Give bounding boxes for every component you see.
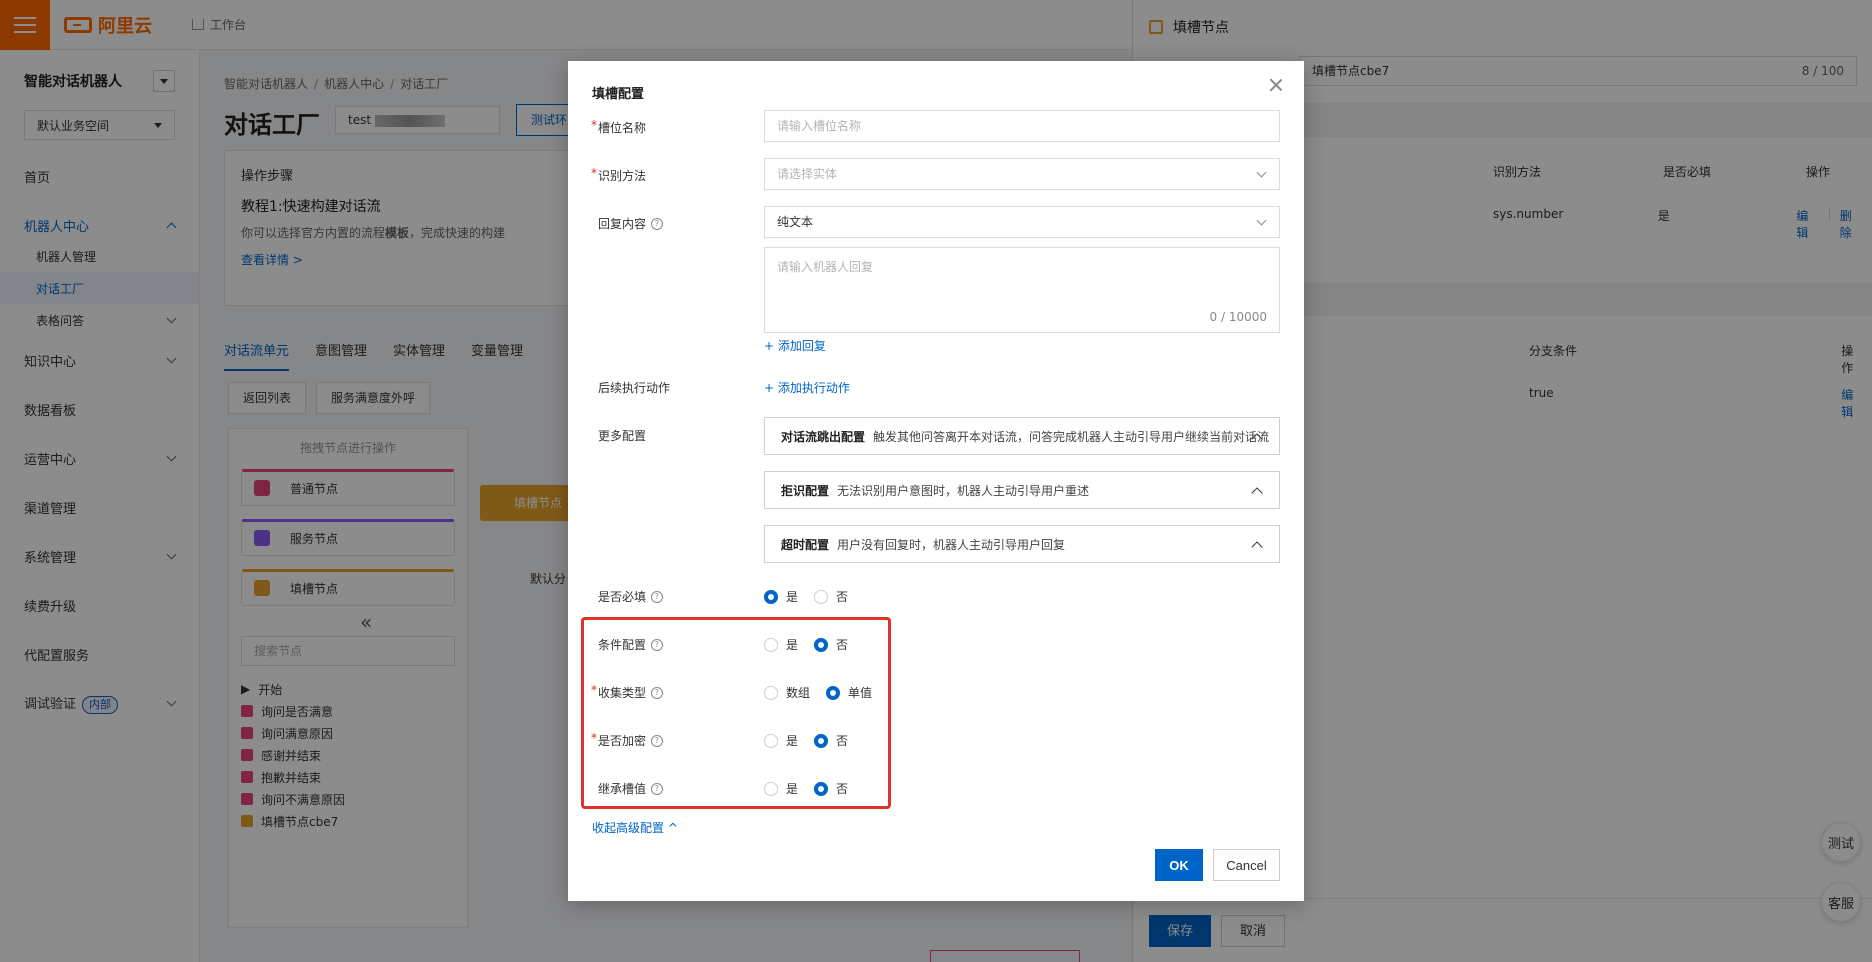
config-desc: 无法识别用户意图时，机器人主动引导用户重述 — [837, 483, 1090, 498]
collapse-advanced-link[interactable]: 收起高级配置 ^ — [592, 819, 678, 836]
timeout-config[interactable]: 超时配置 用户没有回复时，机器人主动引导用户回复 — [764, 525, 1280, 563]
reply-placeholder: 请输入机器人回复 — [777, 260, 874, 274]
radio-circle — [764, 685, 778, 700]
chevron-down-icon — [1256, 167, 1267, 178]
radio-label: 是 — [786, 590, 799, 604]
radio-circle — [826, 685, 841, 700]
field-label-text: 槽位名称 — [598, 121, 647, 135]
inherit-radio-group: 是 否 — [764, 780, 864, 797]
required-no-radio[interactable]: 否 — [814, 588, 848, 605]
radio-circle — [764, 733, 778, 748]
required-label: 是否必填? — [598, 588, 664, 605]
condition-no-radio[interactable]: 否 — [814, 636, 848, 653]
collect-array-radio[interactable]: 数组 — [764, 684, 810, 701]
slot-config-modal: 填槽配置 * 槽位名称 请输入槽位名称 * 识别方法 请选择实体 回复内容? 纯文本… — [568, 61, 1304, 901]
field-label-text: 是否加密 — [598, 734, 647, 748]
reply-textarea[interactable]: 请输入机器人回复 0 / 10000 — [764, 247, 1280, 333]
help-icon[interactable]: ? — [651, 686, 664, 699]
condition-config-label: 条件配置? — [598, 636, 664, 653]
chevron-up-icon: ^ — [667, 821, 678, 835]
radio-circle — [814, 781, 829, 796]
radio-label: 否 — [836, 590, 849, 604]
field-label-text: 收集类型 — [598, 686, 647, 700]
radio-circle — [764, 637, 778, 652]
help-icon[interactable]: ? — [651, 638, 664, 651]
radio-label: 否 — [836, 782, 849, 796]
condition-radio-group: 是 否 — [764, 636, 864, 653]
chevron-down-icon — [1256, 215, 1267, 226]
radio-circle — [764, 589, 778, 604]
add-action-link[interactable]: + 添加执行动作 — [764, 379, 850, 396]
config-desc: 触发其他问答离开本对话流，问答完成机器人主动引导用户继续当前对话流 — [873, 429, 1270, 444]
slot-name-input[interactable]: 请输入槽位名称 — [764, 110, 1280, 142]
config-name: 拒识配置 — [781, 483, 830, 498]
collect-type-label: * 收集类型? — [591, 683, 664, 701]
encrypt-no-radio[interactable]: 否 — [814, 732, 848, 749]
required-yes-radio[interactable]: 是 — [764, 588, 798, 605]
field-label-text: 继承槽值 — [598, 782, 647, 796]
required-radio-group: 是 否 — [764, 588, 864, 605]
reject-config[interactable]: 拒识配置 无法识别用户意图时，机器人主动引导用户重述 — [764, 471, 1280, 509]
radio-label: 是 — [786, 638, 799, 652]
help-icon[interactable]: ? — [651, 734, 664, 747]
close-icon[interactable] — [1268, 77, 1284, 93]
encrypt-label: * 是否加密? — [591, 731, 664, 749]
chevron-up-icon — [1251, 541, 1263, 553]
radio-label: 否 — [836, 734, 849, 748]
radio-label: 是 — [786, 782, 799, 796]
inherit-label: 继承槽值? — [598, 780, 664, 797]
radio-circle — [814, 589, 829, 604]
encrypt-radio-group: 是 否 — [764, 732, 864, 749]
reply-count: 0 / 10000 — [1209, 310, 1267, 324]
recognition-select[interactable]: 请选择实体 — [764, 158, 1280, 190]
help-icon[interactable]: ? — [651, 590, 664, 603]
add-reply-link[interactable]: + 添加回复 — [764, 337, 826, 354]
recognition-placeholder: 请选择实体 — [777, 167, 838, 181]
collect-single-radio[interactable]: 单值 — [826, 684, 872, 701]
reply-label: 回复内容? — [598, 215, 664, 232]
field-label-text: 条件配置 — [598, 638, 647, 652]
field-label-text: 回复内容 — [598, 217, 647, 231]
config-desc: 用户没有回复时，机器人主动引导用户回复 — [837, 537, 1066, 552]
help-icon[interactable]: ? — [651, 217, 664, 230]
slot-name-label: * 槽位名称 — [591, 118, 647, 135]
collapse-advanced-label: 收起高级配置 — [592, 821, 665, 835]
field-label-text: 识别方法 — [598, 169, 647, 183]
radio-circle — [764, 781, 778, 796]
more-config-label: 更多配置 — [598, 429, 647, 443]
encrypt-yes-radio[interactable]: 是 — [764, 732, 798, 749]
radio-label: 是 — [786, 734, 799, 748]
radio-circle — [814, 733, 829, 748]
radio-label: 单值 — [848, 686, 873, 700]
config-name: 对话流跳出配置 — [781, 429, 866, 444]
condition-yes-radio[interactable]: 是 — [764, 636, 798, 653]
collect-radio-group: 数组 单值 — [764, 684, 888, 701]
inherit-no-radio[interactable]: 否 — [814, 780, 848, 797]
reply-type-select[interactable]: 纯文本 — [764, 206, 1280, 238]
radio-label: 否 — [836, 638, 849, 652]
radio-label: 数组 — [786, 686, 811, 700]
reply-type-value: 纯文本 — [777, 215, 814, 229]
field-label-text: 是否必填 — [598, 590, 647, 604]
recognition-label: * 识别方法 — [591, 166, 647, 183]
modal-title: 填槽配置 — [592, 87, 645, 102]
radio-circle — [814, 637, 829, 652]
follow-action-label: 后续执行动作 — [598, 381, 671, 395]
inherit-yes-radio[interactable]: 是 — [764, 780, 798, 797]
cancel-button[interactable]: Cancel — [1213, 849, 1280, 881]
chevron-up-icon — [1251, 487, 1263, 499]
ok-button[interactable]: OK — [1155, 849, 1203, 881]
jump-out-config[interactable]: 对话流跳出配置 触发其他问答离开本对话流，问答完成机器人主动引导用户继续当前对话流 — [764, 417, 1280, 455]
config-name: 超时配置 — [781, 537, 830, 552]
help-icon[interactable]: ? — [651, 782, 664, 795]
